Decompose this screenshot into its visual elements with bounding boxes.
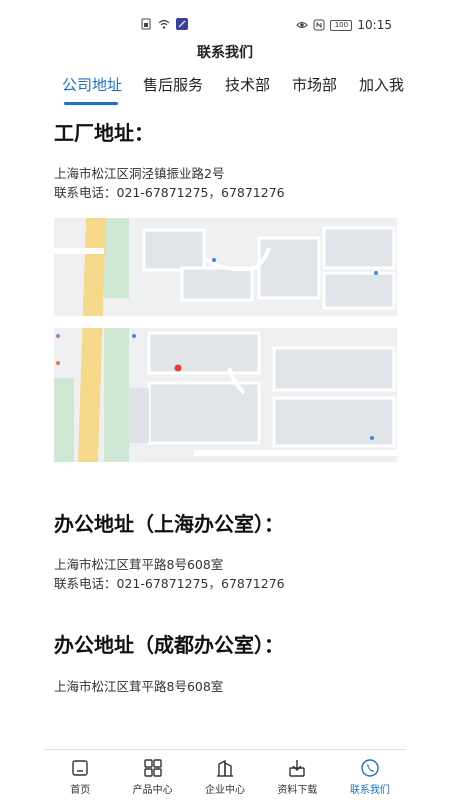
nav-label-products: 产品中心 xyxy=(132,785,173,796)
status-bar: 100 10:15 xyxy=(0,0,450,36)
nfc-icon xyxy=(313,19,325,31)
nav-label-contact: 联系我们 xyxy=(349,785,390,796)
tab-active-indicator xyxy=(64,102,118,105)
battery-icon: 100 xyxy=(330,19,353,31)
download-icon xyxy=(289,760,306,777)
nav-label-home: 首页 xyxy=(70,785,91,796)
nav-item-contact[interactable]: 联系我们 xyxy=(334,752,406,800)
shanghai-office-title: 办公地址（上海办公室）： xyxy=(54,512,284,536)
tab-marketing[interactable]: 市场部 xyxy=(292,74,337,95)
nav-label-enterprise: 企业中心 xyxy=(205,785,246,796)
factory-address-title: 工厂地址： xyxy=(54,121,154,145)
chengdu-office-title: 办公地址（成都办公室）： xyxy=(54,633,284,657)
map-graphic xyxy=(54,218,397,462)
tab-bar: 公司地址 售后服务 技术部 市场部 加入我 xyxy=(0,74,450,106)
chengdu-office-address-line: 上海市松江区茸平路8号608室 xyxy=(54,679,224,694)
page-title: 联系我们 xyxy=(197,45,253,61)
bottom-nav-divider xyxy=(44,749,406,750)
wifi-icon xyxy=(158,19,170,29)
home-icon xyxy=(72,760,88,776)
nav-item-home[interactable]: 首页 xyxy=(44,752,116,800)
nav-item-products[interactable]: 产品中心 xyxy=(116,752,188,800)
factory-phone-line: 联系电话：021-67871275，67871276 xyxy=(54,185,285,200)
map-pin-icon xyxy=(174,364,182,372)
shanghai-office-phone-line: 联系电话：021-67871275，67871276 xyxy=(54,576,285,591)
tab-after-sales[interactable]: 售后服务 xyxy=(143,74,203,95)
tab-tech-dept[interactable]: 技术部 xyxy=(225,74,270,95)
grid-icon xyxy=(143,759,162,777)
tab-join-us[interactable]: 加入我 xyxy=(359,74,404,95)
building-icon xyxy=(217,759,234,777)
app-icon xyxy=(176,18,188,30)
factory-address-line: 上海市松江区洞泾镇振业路2号 xyxy=(54,166,225,181)
sim-icon xyxy=(141,18,151,30)
status-right-icons: 100 10:15 xyxy=(296,18,392,32)
tab-company-address[interactable]: 公司地址 xyxy=(62,74,122,95)
nav-item-downloads[interactable]: 资料下载 xyxy=(261,752,333,800)
nav-label-downloads: 资料下载 xyxy=(277,785,318,796)
shanghai-office-address-line: 上海市松江区茸平路8号608室 xyxy=(54,557,224,572)
eye-icon xyxy=(296,22,309,28)
status-time: 10:15 xyxy=(357,18,392,32)
bottom-nav: 首页 产品中心 企业中心 资料下载 联系我们 xyxy=(44,752,406,800)
phone-icon xyxy=(361,759,379,777)
location-map[interactable] xyxy=(54,218,397,462)
status-left-icons xyxy=(140,18,188,30)
nav-item-enterprise[interactable]: 企业中心 xyxy=(189,752,261,800)
